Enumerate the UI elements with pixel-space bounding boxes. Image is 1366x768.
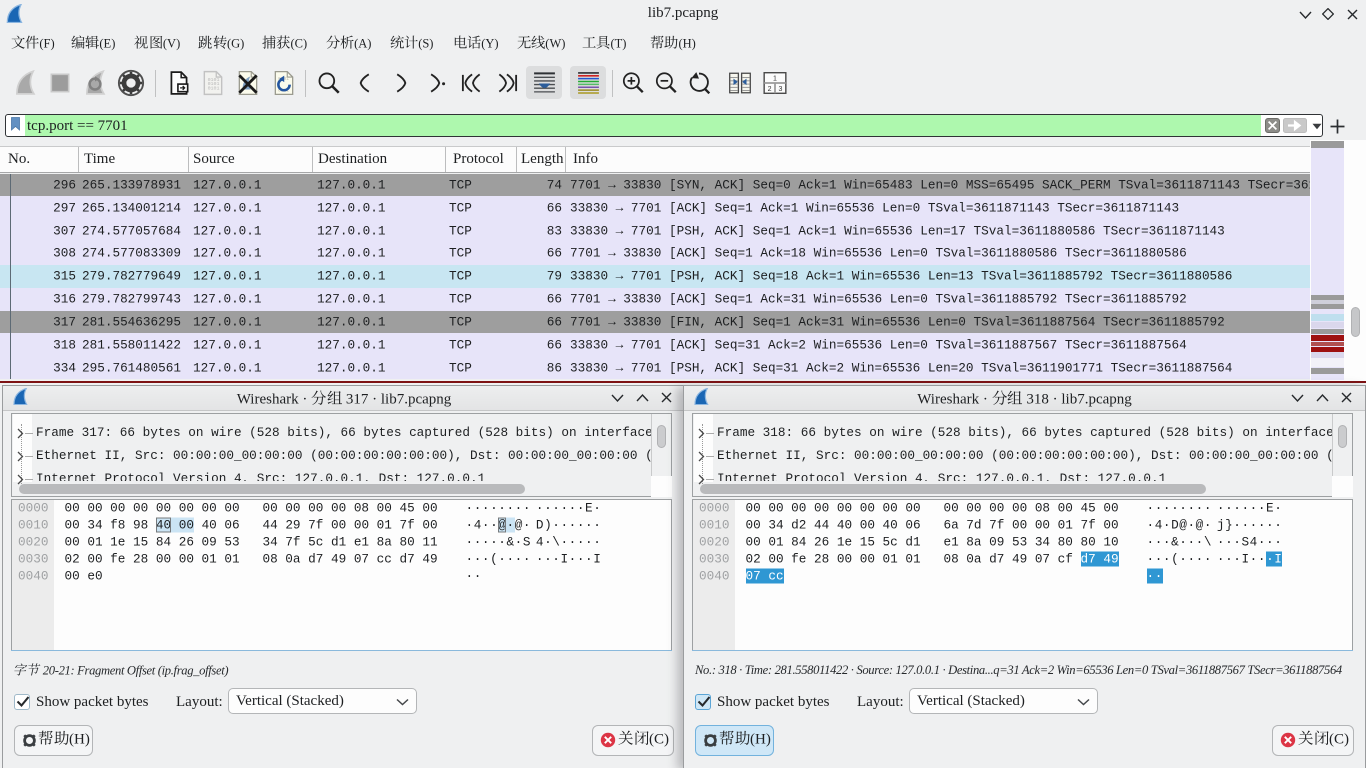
svg-text:2: 2 <box>768 86 772 93</box>
svg-text:0101: 0101 <box>208 86 220 92</box>
svg-text:3: 3 <box>778 86 782 93</box>
svg-text:1: 1 <box>773 75 777 82</box>
